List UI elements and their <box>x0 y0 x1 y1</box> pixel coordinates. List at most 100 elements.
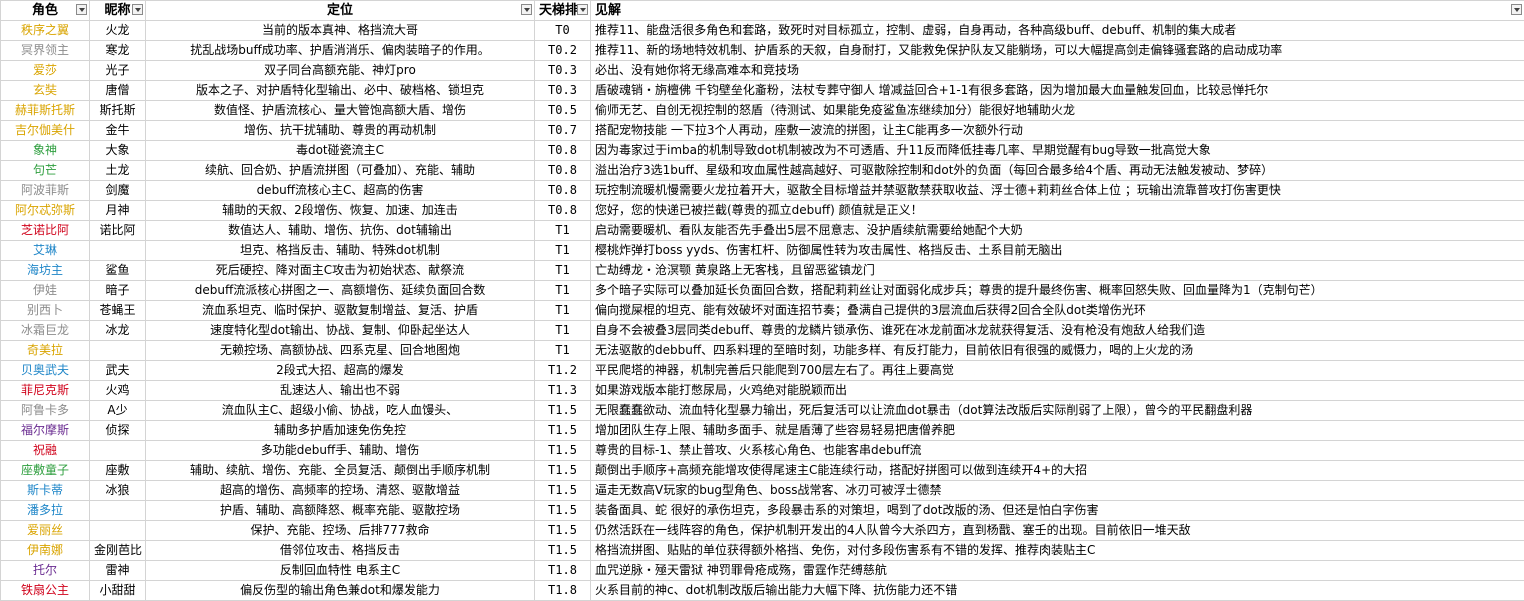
character-name-cell[interactable]: 伊南娜 <box>1 541 90 561</box>
nickname-cell[interactable]: 大象 <box>90 141 146 161</box>
position-cell[interactable]: 增伤、抗干扰辅助、尊贵的再动机制 <box>146 121 535 141</box>
tier-cell[interactable]: T1.5 <box>535 521 591 541</box>
insight-cell[interactable]: 多个暗子实际可以叠加延长负面回合数，搭配莉莉丝让对面弱化成步兵；尊贵的提升最终伤… <box>591 281 1524 301</box>
nickname-cell[interactable]: 唐僧 <box>90 81 146 101</box>
filter-dropdown-icon[interactable] <box>132 4 143 15</box>
insight-cell[interactable]: 玩控制流暖机慢需要火龙拉着开大，驱散全目标增益并禁驱散禁获取收益、浮士德+莉莉丝… <box>591 181 1524 201</box>
tier-cell[interactable]: T1.5 <box>535 421 591 441</box>
nickname-cell[interactable]: 座敷 <box>90 461 146 481</box>
nickname-cell[interactable]: 冰龙 <box>90 321 146 341</box>
position-cell[interactable]: 辅助多护盾加速免伤免控 <box>146 421 535 441</box>
position-cell[interactable]: 双子同台高额充能、神灯pro <box>146 61 535 81</box>
character-name-cell[interactable]: 潘多拉 <box>1 501 90 521</box>
insight-cell[interactable]: 自身不会被叠3层同类debuff、尊贵的龙鳞片锁承伤、谁死在冰龙前面冰龙就获得复… <box>591 321 1524 341</box>
character-name-cell[interactable]: 阿波菲斯 <box>1 181 90 201</box>
nickname-cell[interactable]: 冰狼 <box>90 481 146 501</box>
position-cell[interactable]: debuff流核心主C、超高的伤害 <box>146 181 535 201</box>
tier-cell[interactable]: T0.8 <box>535 141 591 161</box>
position-cell[interactable]: 死后硬控、降对面主C攻击为初始状态、献祭流 <box>146 261 535 281</box>
tier-cell[interactable]: T1.2 <box>535 361 591 381</box>
insight-cell[interactable]: 您好，您的快递已被拦截(尊贵的孤立debuff) 颜值就是正义！ <box>591 201 1524 221</box>
character-name-cell[interactable]: 冰霜巨龙 <box>1 321 90 341</box>
insight-cell[interactable]: 火系目前的神c、dot机制改版后输出能力大幅下降、抗伤能力还不错 <box>591 581 1524 601</box>
character-name-cell[interactable]: 奇美拉 <box>1 341 90 361</box>
nickname-cell[interactable]: 斯托斯 <box>90 101 146 121</box>
tier-cell[interactable]: T1 <box>535 281 591 301</box>
nickname-cell[interactable]: 火鸡 <box>90 381 146 401</box>
nickname-cell[interactable]: 诺比阿 <box>90 221 146 241</box>
tier-cell[interactable]: T0.3 <box>535 61 591 81</box>
character-name-cell[interactable]: 冥界领主 <box>1 41 90 61</box>
tier-cell[interactable]: T1.5 <box>535 401 591 421</box>
insight-cell[interactable]: 盾破魂销・旃檀佛 千钧壁垒化齑粉，法杖专葬守御人 增减益回合+1-1有很多套路，… <box>591 81 1524 101</box>
position-cell[interactable]: 扰乱战场buff成功率、护盾消消乐、偏肉装暗子的作用。 <box>146 41 535 61</box>
insight-cell[interactable]: 颠倒出手顺序+高频充能增攻使得尾速主C能连续行动，搭配好拼图可以做到连续开4+的… <box>591 461 1524 481</box>
nickname-cell[interactable]: 侦探 <box>90 421 146 441</box>
insight-cell[interactable]: 亡劫缚龙・沧溟颚 黄泉路上无客栈，且留恶鲨镇龙门 <box>591 261 1524 281</box>
character-name-cell[interactable]: 句芒 <box>1 161 90 181</box>
insight-cell[interactable]: 搭配宠物技能 一下拉3个人再动，座敷一波流的拼图，让主C能再多一次额外行动 <box>591 121 1524 141</box>
nickname-cell[interactable]: 雷神 <box>90 561 146 581</box>
character-name-cell[interactable]: 阿尔忒弥斯 <box>1 201 90 221</box>
filter-dropdown-icon[interactable] <box>577 4 588 15</box>
position-cell[interactable]: 数值怪、护盾流核心、量大管饱高额大盾、增伤 <box>146 101 535 121</box>
insight-cell[interactable]: 樱桃炸弹打boss yyds、伤害杠杆、防御属性转为攻击属性、格挡反击、土系目前… <box>591 241 1524 261</box>
insight-cell[interactable]: 溢出治疗3选1buff、星级和攻血属性越高越好、可驱散除控制和dot外的负面（每… <box>591 161 1524 181</box>
tier-cell[interactable]: T0.3 <box>535 81 591 101</box>
position-cell[interactable]: 流血系坦克、临时保护、驱散复制增益、复活、护盾 <box>146 301 535 321</box>
nickname-cell[interactable] <box>90 441 146 461</box>
insight-cell[interactable]: 无限蠢蠢欲动、流血特化型暴力输出，死后复活可以让流血dot暴击（dot算法改版后… <box>591 401 1524 421</box>
tier-cell[interactable]: T0.8 <box>535 161 591 181</box>
tier-cell[interactable]: T1 <box>535 321 591 341</box>
character-name-cell[interactable]: 斯卡蒂 <box>1 481 90 501</box>
nickname-cell[interactable]: 金刚芭比 <box>90 541 146 561</box>
tier-cell[interactable]: T1.8 <box>535 561 591 581</box>
nickname-cell[interactable]: 月神 <box>90 201 146 221</box>
tier-cell[interactable]: T0 <box>535 21 591 41</box>
nickname-cell[interactable]: 剑魔 <box>90 181 146 201</box>
position-cell[interactable]: 毒dot碰瓷流主C <box>146 141 535 161</box>
position-cell[interactable]: debuff流派核心拼图之一、高额增伤、延续负面回合数 <box>146 281 535 301</box>
insight-cell[interactable]: 装备面具、蛇 很好的承伤坦克，多段暴击系的对策坦，喝到了dot改版的汤、但还是怕… <box>591 501 1524 521</box>
character-name-cell[interactable]: 爱丽丝 <box>1 521 90 541</box>
position-cell[interactable]: 当前的版本真神、格挡流大哥 <box>146 21 535 41</box>
insight-cell[interactable]: 启动需要暖机、看队友能否先手叠出5层不屈意志、没护盾续航需要给她配个大奶 <box>591 221 1524 241</box>
position-cell[interactable]: 多功能debuff手、辅助、增伤 <box>146 441 535 461</box>
character-name-cell[interactable]: 贝奥武夫 <box>1 361 90 381</box>
nickname-cell[interactable] <box>90 521 146 541</box>
position-cell[interactable]: 辅助、续航、增伤、充能、全员复活、颠倒出手顺序机制 <box>146 461 535 481</box>
character-name-cell[interactable]: 赫菲斯托斯 <box>1 101 90 121</box>
nickname-cell[interactable]: 寒龙 <box>90 41 146 61</box>
nickname-cell[interactable]: 小甜甜 <box>90 581 146 601</box>
insight-cell[interactable]: 如果游戏版本能打憋尿局，火鸡绝对能脱颖而出 <box>591 381 1524 401</box>
character-name-cell[interactable]: 艾琳 <box>1 241 90 261</box>
position-cell[interactable]: 乱速达人、输出也不弱 <box>146 381 535 401</box>
filter-dropdown-icon[interactable] <box>1511 4 1522 15</box>
position-cell[interactable]: 偏反伤型的输出角色兼dot和爆发能力 <box>146 581 535 601</box>
position-cell[interactable]: 续航、回合奶、护盾流拼图（可叠加）、充能、辅助 <box>146 161 535 181</box>
position-cell[interactable]: 护盾、辅助、高额降怒、概率充能、驱散控场 <box>146 501 535 521</box>
character-name-cell[interactable]: 象神 <box>1 141 90 161</box>
tier-cell[interactable]: T0.8 <box>535 201 591 221</box>
character-name-cell[interactable]: 海坊主 <box>1 261 90 281</box>
nickname-cell[interactable]: 暗子 <box>90 281 146 301</box>
character-name-cell[interactable]: 菲尼克斯 <box>1 381 90 401</box>
tier-cell[interactable]: T1.5 <box>535 461 591 481</box>
character-name-cell[interactable]: 玄奘 <box>1 81 90 101</box>
tier-cell[interactable]: T0.7 <box>535 121 591 141</box>
insight-cell[interactable]: 偷师无艺、自创无视控制的怒盾（待测试、如果能免疫鲨鱼冻继续加分）能很好地辅助火龙 <box>591 101 1524 121</box>
tier-cell[interactable]: T1.5 <box>535 481 591 501</box>
position-cell[interactable]: 保护、充能、控场、后排777救命 <box>146 521 535 541</box>
tier-cell[interactable]: T1 <box>535 261 591 281</box>
nickname-cell[interactable]: 光子 <box>90 61 146 81</box>
position-cell[interactable]: 速度特化型dot输出、协战、复制、仰卧起坐达人 <box>146 321 535 341</box>
insight-cell[interactable]: 因为毒家过于imba的机制导致dot机制被改为不可透盾、升11反而降低挂毒几率、… <box>591 141 1524 161</box>
position-cell[interactable]: 反制回血特性 电系主C <box>146 561 535 581</box>
position-cell[interactable]: 流血队主C、超级小偷、协战，吃人血馒头、 <box>146 401 535 421</box>
character-name-cell[interactable]: 铁扇公主 <box>1 581 90 601</box>
tier-cell[interactable]: T1 <box>535 221 591 241</box>
character-name-cell[interactable]: 秩序之翼 <box>1 21 90 41</box>
insight-cell[interactable]: 格挡流拼图、贴贴的单位获得额外格挡、免伤，对付多段伤害系有不错的发挥、推荐肉装贴… <box>591 541 1524 561</box>
insight-cell[interactable]: 平民爬塔的神器，机制完善后只能爬到700层左右了。再往上要高觉 <box>591 361 1524 381</box>
tier-cell[interactable]: T1.8 <box>535 581 591 601</box>
